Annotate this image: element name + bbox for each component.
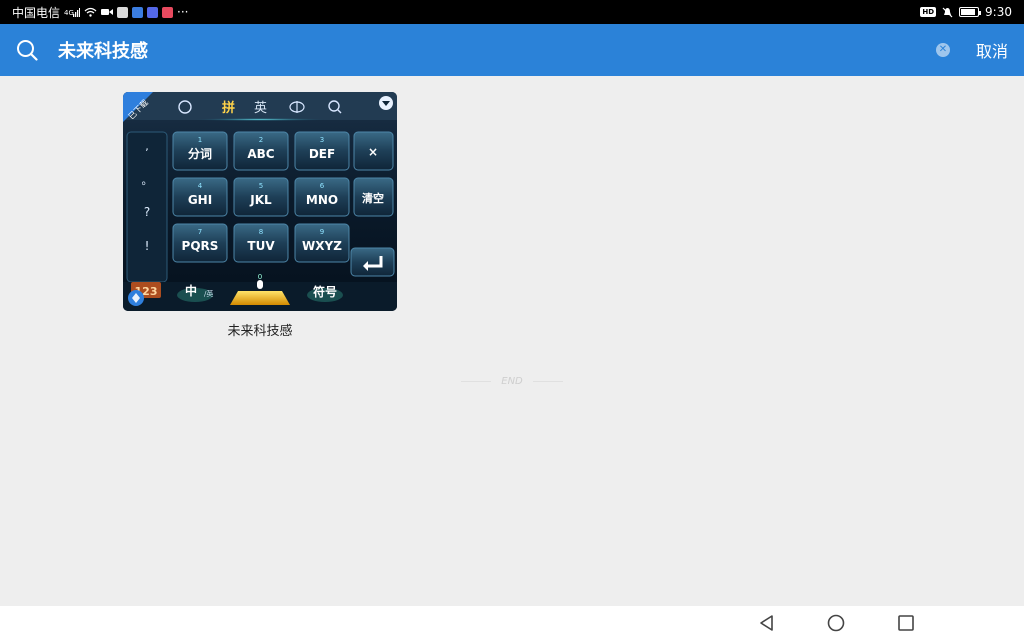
key-label: DEF bbox=[309, 147, 335, 161]
end-of-list: END bbox=[0, 376, 1024, 387]
video-camera-icon bbox=[101, 8, 114, 16]
search-input[interactable]: 未来科技感 bbox=[58, 37, 936, 63]
key-label: JKL bbox=[249, 193, 272, 207]
punct-key: , bbox=[145, 140, 149, 153]
tab-english: 英 bbox=[254, 101, 267, 116]
enter-key bbox=[350, 247, 395, 277]
key-label: TUV bbox=[247, 239, 275, 253]
key-number: 3 bbox=[320, 136, 324, 144]
key-number: 7 bbox=[198, 228, 202, 236]
navigation-bar bbox=[0, 606, 1024, 640]
svg-text:4G: 4G bbox=[64, 9, 74, 17]
skin-result-card[interactable]: 拼 英 已下载 , 。 ? ! 1 分词 2 ABC 3 DEF 4 GHI 5 JKL 6 MNO 7… bbox=[123, 92, 397, 339]
keyboard-key: 1 分词 bbox=[172, 131, 228, 171]
key-label: PQRS bbox=[182, 239, 219, 253]
microphone-icon bbox=[257, 280, 263, 289]
clear-icon[interactable]: ✕ bbox=[935, 43, 950, 57]
keyboard-key: 5 JKL bbox=[233, 177, 289, 217]
key-label: 分词 bbox=[188, 146, 212, 161]
keyboard-key: 3 DEF bbox=[294, 131, 350, 171]
key-label: ABC bbox=[247, 147, 274, 161]
search-icon[interactable] bbox=[16, 39, 38, 61]
keyboard-key: 8 TUV bbox=[233, 223, 289, 263]
home-icon[interactable] bbox=[826, 614, 846, 632]
key-number: 2 bbox=[259, 136, 263, 144]
symbol-key: 符号 bbox=[313, 284, 337, 299]
tab-pinyin: 拼 bbox=[222, 100, 235, 116]
keyboard-key: 9 WXYZ bbox=[294, 223, 350, 263]
delete-key: × bbox=[368, 145, 378, 159]
hd-badge-icon: HD bbox=[920, 7, 937, 17]
divider bbox=[461, 381, 492, 382]
keyboard-key: 7 PQRS bbox=[172, 223, 228, 263]
cancel-button[interactable]: 取消 bbox=[976, 38, 1008, 62]
punct-key: 。 bbox=[142, 174, 153, 187]
key-number: 4 bbox=[198, 182, 203, 190]
app-notification-icon bbox=[117, 6, 129, 18]
app-notification-icon bbox=[132, 6, 144, 18]
space-key bbox=[230, 291, 290, 305]
wifi-icon bbox=[84, 7, 97, 17]
clear-key: 清空 bbox=[362, 191, 384, 205]
collapse-keyboard-icon bbox=[379, 96, 393, 110]
key-label: GHI bbox=[188, 193, 212, 207]
search-bar: 未来科技感 ✕ 取消 bbox=[0, 24, 1024, 76]
svg-text:/英: /英 bbox=[204, 289, 213, 298]
status-bar: 中国电信 4G ··· HD 9:30 bbox=[0, 0, 1024, 24]
key-label: MNO bbox=[306, 193, 338, 207]
recent-apps-icon[interactable] bbox=[896, 614, 916, 632]
keyboard-key: 4 GHI bbox=[172, 177, 228, 217]
divider bbox=[532, 381, 563, 382]
app-notification-icon bbox=[147, 6, 159, 18]
punct-key: ! bbox=[145, 239, 150, 253]
svg-text:0: 0 bbox=[258, 273, 262, 281]
skin-thumbnail[interactable]: 拼 英 已下载 , 。 ? ! 1 分词 2 ABC 3 DEF 4 GHI 5 JKL 6 MNO 7… bbox=[123, 92, 397, 311]
key-number: 9 bbox=[320, 228, 324, 236]
mute-bell-icon bbox=[942, 7, 953, 18]
clock: 9:30 bbox=[985, 5, 1012, 19]
key-label: WXYZ bbox=[302, 239, 342, 253]
skin-caption: 未来科技感 bbox=[227, 324, 293, 339]
end-label: END bbox=[501, 376, 523, 387]
key-number: 5 bbox=[259, 182, 263, 190]
battery-icon bbox=[959, 7, 982, 17]
more-notifications-icon: ··· bbox=[177, 5, 189, 19]
key-number: 6 bbox=[320, 182, 325, 190]
keyboard-key: 2 ABC bbox=[233, 131, 289, 171]
back-icon[interactable] bbox=[757, 614, 777, 632]
key-number: 1 bbox=[198, 136, 202, 144]
carrier-label: 中国电信 bbox=[12, 5, 61, 20]
app-notification-icon bbox=[162, 6, 174, 18]
signal-icon: 4G bbox=[64, 7, 81, 17]
keyboard-key: 6 MNO bbox=[294, 177, 350, 217]
punct-key: ? bbox=[144, 205, 150, 219]
key-number: 8 bbox=[259, 228, 263, 236]
lang-switch-key: 中 bbox=[185, 283, 197, 298]
